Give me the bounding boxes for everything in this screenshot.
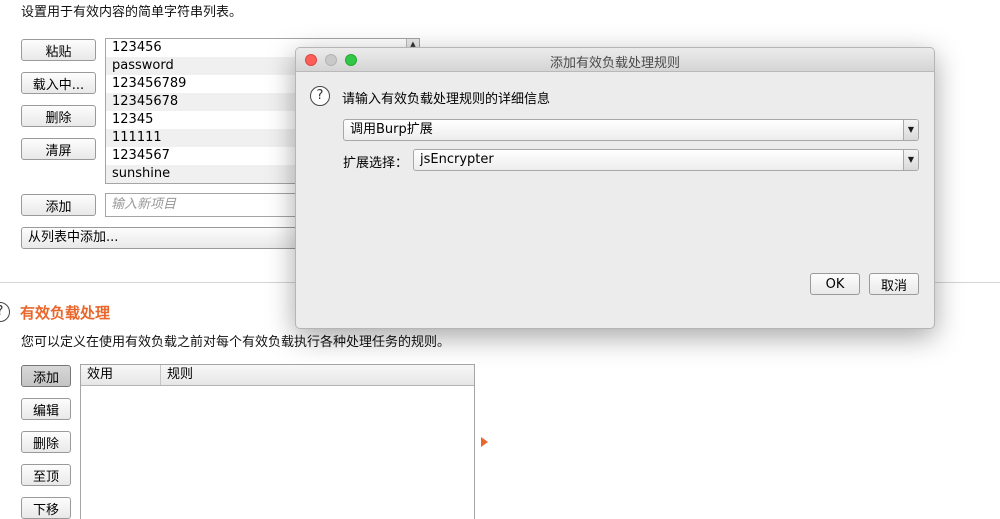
cancel-button[interactable]: 取消 xyxy=(869,273,919,295)
move-top-button[interactable]: 至顶 xyxy=(21,464,71,486)
rules-table[interactable]: 效用 规则 xyxy=(80,364,475,519)
section-title: 有效负载处理 xyxy=(20,304,111,322)
load-button[interactable]: 载入中... xyxy=(21,72,96,94)
column-header-enabled[interactable]: 效用 xyxy=(81,365,161,385)
extension-value: jsEncrypter xyxy=(420,152,494,167)
rules-table-header: 效用 规则 xyxy=(81,365,474,386)
dropdown-arrow-icon[interactable] xyxy=(903,150,918,170)
dialog-titlebar[interactable]: 添加有效负载处理规则 xyxy=(296,48,934,72)
extension-select[interactable]: jsEncrypter xyxy=(413,149,919,171)
dialog-title: 添加有效负载处理规则 xyxy=(549,56,680,71)
question-icon: ? xyxy=(310,86,330,106)
add-rule-button[interactable]: 添加 xyxy=(21,365,71,387)
remove-button[interactable]: 删除 xyxy=(21,105,96,127)
help-icon[interactable]: ? xyxy=(0,302,10,322)
remove-rule-button[interactable]: 删除 xyxy=(21,431,71,453)
dialog-prompt: 请输入有效负载处理规则的详细信息 xyxy=(342,92,551,107)
add-item-button[interactable]: 添加 xyxy=(21,194,96,216)
clear-button[interactable]: 清屏 xyxy=(21,138,96,160)
intro-text: 设置用于有效内容的简单字符串列表。 xyxy=(21,5,243,20)
edit-rule-button[interactable]: 编辑 xyxy=(21,398,71,420)
column-header-rule[interactable]: 规则 xyxy=(161,365,474,385)
rule-type-select[interactable]: 调用Burp扩展 xyxy=(343,119,919,141)
extension-label: 扩展选择： xyxy=(343,156,409,171)
paste-button[interactable]: 粘贴 xyxy=(21,39,96,61)
rule-type-value: 调用Burp扩展 xyxy=(350,122,433,137)
dropdown-arrow-icon[interactable] xyxy=(903,120,918,140)
expand-arrow-icon[interactable] xyxy=(481,437,488,447)
add-processing-rule-dialog: 添加有效负载处理规则 ? 请输入有效负载处理规则的详细信息 调用Burp扩展 扩… xyxy=(295,47,935,329)
move-down-button[interactable]: 下移 xyxy=(21,497,71,519)
section-description: 您可以定义在使用有效负载之前对每个有效负载执行各种处理任务的规则。 xyxy=(21,335,451,350)
ok-button[interactable]: OK xyxy=(810,273,860,295)
